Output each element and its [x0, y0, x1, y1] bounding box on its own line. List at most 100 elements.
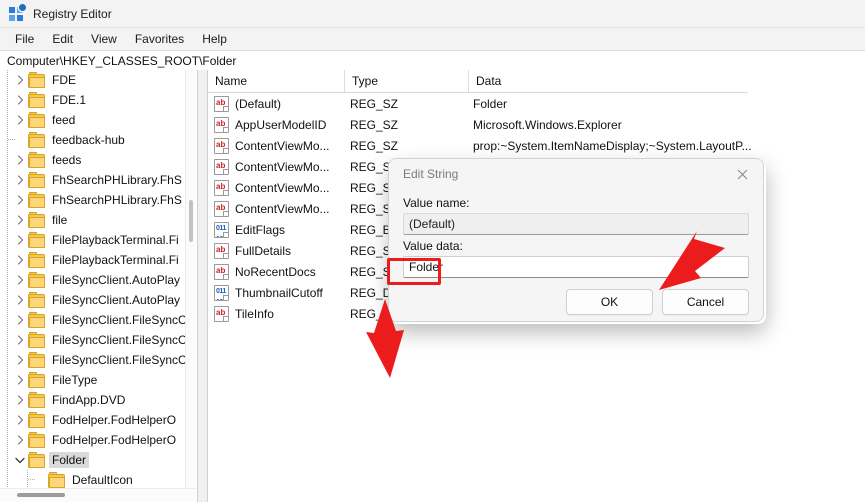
tree-expand-chevron-right-icon[interactable]: [12, 410, 28, 430]
menu-view[interactable]: View: [82, 30, 126, 48]
tree-item[interactable]: FDE.1: [0, 90, 196, 110]
tree-item[interactable]: FileSyncClient.AutoPlay: [0, 270, 196, 290]
tree-item[interactable]: feeds: [0, 150, 196, 170]
tree-expand-chevron-right-icon[interactable]: [12, 430, 28, 450]
column-header-name[interactable]: Name: [208, 70, 344, 92]
tree-expand-chevron-right-icon[interactable]: [12, 350, 28, 370]
tree-item-label: FodHelper.FodHelperO: [52, 433, 177, 447]
dialog-button-row: OK Cancel: [403, 289, 749, 315]
tree-item[interactable]: FodHelper.FodHelperO: [0, 430, 196, 450]
folder-icon: [28, 271, 45, 288]
folder-icon: [28, 211, 45, 228]
address-bar[interactable]: Computer\HKEY_CLASSES_ROOT\Folder: [0, 50, 865, 71]
tree-item-label: FilePlaybackTerminal.Fi: [52, 253, 179, 267]
folder-icon: [28, 91, 45, 108]
folder-icon: [28, 411, 45, 428]
tree-hscroll-thumb[interactable]: [17, 493, 65, 497]
column-header-data[interactable]: Data: [468, 70, 748, 92]
tree-item-label: file: [52, 213, 68, 227]
tree-item[interactable]: FhSearchPHLibrary.FhS: [0, 190, 196, 210]
tree-expand-chevron-right-icon[interactable]: [12, 70, 28, 90]
folder-icon: [48, 471, 65, 488]
tree-item-label: FilePlaybackTerminal.Fi: [52, 233, 179, 247]
value-row[interactable]: ab (Default) REG_SZ Folder: [208, 93, 865, 114]
ok-button[interactable]: OK: [566, 289, 653, 315]
value-name-text: (Default): [235, 96, 282, 111]
value-name-cell: ab AppUserModelID: [208, 116, 343, 133]
value-name-cell: ab NoRecentDocs: [208, 263, 343, 280]
tree-item-label: feedback-hub: [52, 133, 125, 147]
folder-icon: [28, 291, 45, 308]
menu-help[interactable]: Help: [193, 30, 236, 48]
menu-edit[interactable]: Edit: [43, 30, 82, 48]
tree-expand-chevron-right-icon[interactable]: [12, 330, 28, 350]
folder-icon: [28, 451, 45, 468]
value-name-cell: ab FullDetails: [208, 242, 343, 259]
pane-splitter[interactable]: [197, 70, 208, 502]
value-name-cell: ab ContentViewMo...: [208, 179, 343, 196]
folder-icon: [28, 351, 45, 368]
value-type-cell: REG_SZ: [350, 138, 399, 153]
tree-item-label: FodHelper.FodHelperO: [52, 413, 177, 427]
tree-item[interactable]: DefaultIcon: [0, 470, 196, 489]
menu-file[interactable]: File: [6, 30, 43, 48]
tree-collapse-chevron-down-icon[interactable]: [12, 450, 28, 470]
edit-string-dialog: Edit String Value name: (Default) Value …: [388, 158, 764, 322]
value-name-text: AppUserModelID: [235, 117, 327, 132]
tree-item[interactable]: FodHelper.FodHelperO: [0, 410, 196, 430]
tree-item[interactable]: Folder: [0, 450, 196, 470]
tree-expand-chevron-right-icon[interactable]: [12, 230, 28, 250]
string-value-icon: ab: [214, 242, 229, 259]
tree-expand-chevron-right-icon[interactable]: [12, 150, 28, 170]
value-type-cell: REG_SZ: [350, 117, 399, 132]
tree-item[interactable]: FileSyncClient.FileSyncC: [0, 350, 196, 370]
value-name-text: ContentViewMo...: [235, 201, 330, 216]
tree-expand-chevron-right-icon[interactable]: [12, 210, 28, 230]
tree-horizontal-scrollbar[interactable]: [0, 488, 196, 502]
string-value-icon: ab: [214, 263, 229, 280]
binary-value-icon: 011100: [214, 221, 229, 238]
folder-icon: [28, 331, 45, 348]
tree-item[interactable]: FileSyncClient.FileSyncC: [0, 310, 196, 330]
value-row[interactable]: ab ContentViewMo... REG_SZ prop:~System.Ite…: [208, 135, 865, 156]
tree-item[interactable]: file: [0, 210, 196, 230]
tree-expand-chevron-right-icon[interactable]: [12, 390, 28, 410]
value-name-cell: 011100 ThumbnailCutoff: [208, 284, 343, 301]
tree-expand-chevron-right-icon[interactable]: [12, 250, 28, 270]
tree-item[interactable]: feedback-hub: [0, 130, 196, 150]
tree-item[interactable]: feed: [0, 110, 196, 130]
registry-tree[interactable]: FDE FDE.1 feed feedback-hub feeds FhSearchPHL…: [0, 70, 196, 489]
tree-expand-chevron-right-icon[interactable]: [12, 90, 28, 110]
value-data-field[interactable]: Folder: [403, 256, 749, 278]
tree-expand-chevron-right-icon[interactable]: [12, 110, 28, 130]
close-icon[interactable]: [721, 159, 763, 189]
tree-expand-chevron-right-icon[interactable]: [12, 290, 28, 310]
tree-vscroll-thumb[interactable]: [189, 200, 193, 242]
tree-item[interactable]: FileType: [0, 370, 196, 390]
tree-expand-chevron-right-icon[interactable]: [12, 190, 28, 210]
tree-item[interactable]: FDE: [0, 70, 196, 90]
string-value-icon: ab: [214, 305, 229, 322]
tree-expand-chevron-right-icon[interactable]: [12, 170, 28, 190]
tree-item[interactable]: FindApp.DVD: [0, 390, 196, 410]
dialog-body: Value name: (Default) Value data: Folder…: [389, 189, 763, 315]
string-value-icon: ab: [214, 95, 229, 112]
value-name-cell: 011100 EditFlags: [208, 221, 343, 238]
value-row[interactable]: ab AppUserModelID REG_SZ Microsoft.Windows.…: [208, 114, 865, 135]
tree-expand-chevron-right-icon[interactable]: [12, 370, 28, 390]
menu-favorites[interactable]: Favorites: [126, 30, 193, 48]
registry-tree-pane: FDE FDE.1 feed feedback-hub feeds FhSearchPHL…: [0, 70, 197, 502]
tree-item-label: feeds: [52, 153, 82, 167]
tree-item[interactable]: FilePlaybackTerminal.Fi: [0, 230, 196, 250]
tree-expand-chevron-right-icon[interactable]: [12, 310, 28, 330]
column-header-type[interactable]: Type: [344, 70, 468, 92]
cancel-button[interactable]: Cancel: [662, 289, 749, 315]
tree-item-label: FhSearchPHLibrary.FhS: [52, 193, 182, 207]
tree-item[interactable]: FhSearchPHLibrary.FhS: [0, 170, 196, 190]
tree-item[interactable]: FilePlaybackTerminal.Fi: [0, 250, 196, 270]
tree-item-label: Folder: [49, 452, 90, 468]
tree-expand-chevron-right-icon[interactable]: [12, 270, 28, 290]
tree-vertical-scrollbar[interactable]: [185, 70, 196, 489]
tree-item[interactable]: FileSyncClient.FileSyncC: [0, 330, 196, 350]
tree-item[interactable]: FileSyncClient.AutoPlay: [0, 290, 196, 310]
